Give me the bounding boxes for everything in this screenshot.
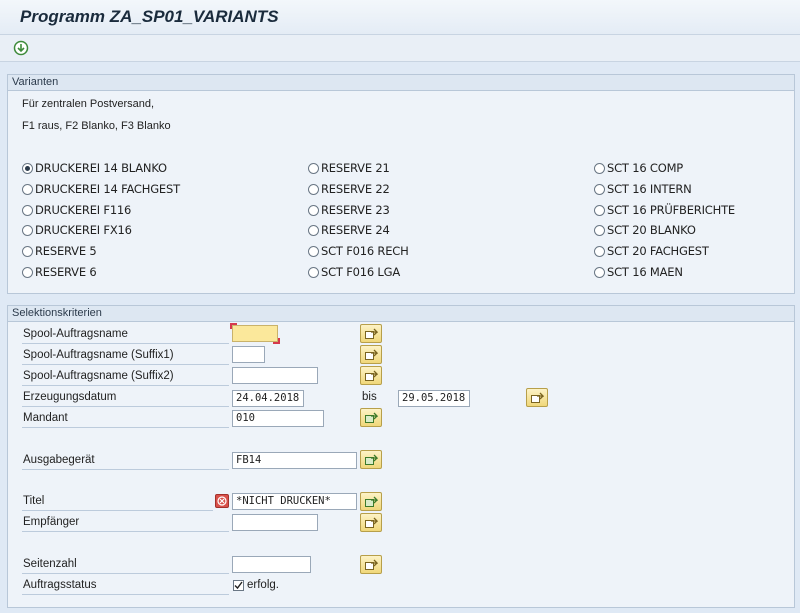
suffix2-multiple-selection-button[interactable] xyxy=(360,366,382,385)
variant-radio-label: SCT 16 MAEN xyxy=(607,265,683,279)
variant-radio-col3-0[interactable]: SCT 16 COMP xyxy=(594,160,683,176)
radio-button-icon[interactable] xyxy=(594,225,605,237)
variant-radio-col1-5[interactable]: RESERVE 6 xyxy=(22,264,97,280)
status-success-checkbox-label: erfolg. xyxy=(247,579,279,591)
output-device-multiple-selection-button[interactable] xyxy=(360,450,382,469)
radio-button-icon[interactable] xyxy=(308,267,319,278)
radio-button-icon[interactable] xyxy=(594,204,605,216)
variant-radio-label: RESERVE 6 xyxy=(35,265,97,279)
date-multiple-selection-button[interactable] xyxy=(526,388,548,407)
variant-radio-label: RESERVE 21 xyxy=(321,161,390,175)
variant-radio-label: DRUCKEREI 14 BLANKO xyxy=(35,161,167,175)
variant-radio-col3-5[interactable]: SCT 16 MAEN xyxy=(594,264,683,280)
variant-radio-label: DRUCKEREI F116 xyxy=(35,202,132,217)
radio-button-icon[interactable] xyxy=(22,204,33,216)
title-label: Titel xyxy=(22,492,213,511)
page-count-input[interactable] xyxy=(232,556,311,573)
variant-radio-label: SCT 16 INTERN xyxy=(607,181,692,196)
variant-radio-col1-3[interactable]: DRUCKEREI FX16 xyxy=(22,222,132,238)
radio-button-icon[interactable] xyxy=(594,163,605,174)
variant-radio-label: RESERVE 24 xyxy=(321,223,390,238)
radio-button-icon[interactable] xyxy=(594,183,605,195)
suffix1-multiple-selection-button[interactable] xyxy=(360,345,382,364)
radio-button-icon[interactable] xyxy=(308,204,319,216)
date-to-label: bis xyxy=(362,391,377,403)
selection-criteria-header: Selektionskriterien xyxy=(8,306,794,322)
suffix2-input[interactable] xyxy=(232,367,318,384)
variant-radio-col3-4[interactable]: SCT 20 FACHGEST xyxy=(594,243,709,259)
variant-radio-col2-2[interactable]: RESERVE 23 xyxy=(308,202,390,218)
variant-radio-col2-1[interactable]: RESERVE 22 xyxy=(308,181,390,197)
variant-radio-col2-0[interactable]: RESERVE 21 xyxy=(308,160,390,176)
variants-group-header: Varianten xyxy=(8,75,794,91)
radio-button-icon[interactable] xyxy=(308,246,319,258)
variant-radio-label: RESERVE 5 xyxy=(35,244,97,259)
page-count-label: Seitenzahl xyxy=(22,555,229,574)
variant-radio-label: SCT F016 RECH xyxy=(321,244,409,259)
variant-radio-label: RESERVE 22 xyxy=(321,181,390,196)
variant-radio-col2-4[interactable]: SCT F016 RECH xyxy=(308,243,409,259)
variant-radio-label: DRUCKEREI FX16 xyxy=(35,223,132,238)
recipient-input[interactable] xyxy=(232,514,318,531)
radio-button-icon[interactable] xyxy=(22,225,33,237)
variants-description-line2: F1 raus, F2 Blanko, F3 Blanko xyxy=(22,120,171,132)
variant-radio-label: SCT 16 PRÜFBERICHTE xyxy=(607,202,735,217)
spool-name-label: Spool-Auftragsname xyxy=(22,325,229,344)
radio-button-icon[interactable] xyxy=(22,163,33,174)
job-status-label: Auftragsstatus xyxy=(22,576,229,595)
client-input[interactable]: 010 xyxy=(232,410,324,427)
radio-button-icon[interactable] xyxy=(594,267,605,278)
variant-radio-label: SCT F016 LGA xyxy=(321,265,401,279)
date-to-input[interactable]: 29.05.2018 xyxy=(398,390,470,407)
variant-radio-col1-4[interactable]: RESERVE 5 xyxy=(22,243,97,259)
radio-button-icon[interactable] xyxy=(22,246,33,258)
output-device-input[interactable]: FB14 xyxy=(232,452,357,469)
window-title: Programm ZA_SP01_VARIANTS xyxy=(20,7,279,26)
variant-radio-col2-3[interactable]: RESERVE 24 xyxy=(308,222,390,238)
title-multiple-selection-button[interactable] xyxy=(360,492,382,511)
execute-icon[interactable] xyxy=(13,40,29,56)
output-device-label: Ausgabegerät xyxy=(22,451,229,470)
variant-radio-col1-2[interactable]: DRUCKEREI F116 xyxy=(22,202,131,218)
radio-button-icon[interactable] xyxy=(308,225,319,237)
page-count-multiple-selection-button[interactable] xyxy=(360,555,382,574)
date-from-input[interactable]: 24.04.2018 xyxy=(232,390,304,407)
status-success-checkbox[interactable] xyxy=(233,580,244,591)
title-input[interactable]: *NICHT DRUCKEN* xyxy=(232,493,357,510)
variant-radio-label: SCT 20 BLANKO xyxy=(607,223,696,238)
title-bar: Programm ZA_SP01_VARIANTS xyxy=(0,0,800,35)
exclusion-icon[interactable] xyxy=(215,494,229,508)
variant-radio-col3-3[interactable]: SCT 20 BLANKO xyxy=(594,222,696,238)
variant-radio-col1-1[interactable]: DRUCKEREI 14 FACHGEST xyxy=(22,181,180,197)
radio-button-icon[interactable] xyxy=(308,163,319,174)
client-label: Mandant xyxy=(22,409,229,428)
radio-button-icon[interactable] xyxy=(22,267,33,278)
radio-button-icon[interactable] xyxy=(594,246,605,258)
suffix1-label: Spool-Auftragsname (Suffix1) xyxy=(22,346,229,365)
spool-name-input[interactable] xyxy=(230,323,280,344)
variant-radio-label: DRUCKEREI 14 FACHGEST xyxy=(35,181,180,196)
suffix2-label: Spool-Auftragsname (Suffix2) xyxy=(22,367,229,386)
recipient-multiple-selection-button[interactable] xyxy=(360,513,382,532)
suffix1-input[interactable] xyxy=(232,346,265,363)
date-label: Erzeugungsdatum xyxy=(22,388,229,407)
radio-button-icon[interactable] xyxy=(308,183,319,195)
variant-radio-label: SCT 20 FACHGEST xyxy=(607,244,709,259)
spool-name-multiple-selection-button[interactable] xyxy=(360,324,382,343)
radio-button-icon[interactable] xyxy=(22,183,33,195)
variant-radio-col1-0[interactable]: DRUCKEREI 14 BLANKO xyxy=(22,160,167,176)
variant-radio-col3-2[interactable]: SCT 16 PRÜFBERICHTE xyxy=(594,202,735,218)
variant-radio-label: SCT 16 COMP xyxy=(607,161,684,175)
variant-radio-label: RESERVE 23 xyxy=(321,202,390,217)
variants-description-line1: Für zentralen Postversand, xyxy=(22,98,155,110)
application-toolbar xyxy=(0,35,800,62)
variant-radio-col2-5[interactable]: SCT F016 LGA xyxy=(308,264,400,280)
client-multiple-selection-button[interactable] xyxy=(360,408,382,427)
variant-radio-col3-1[interactable]: SCT 16 INTERN xyxy=(594,181,692,197)
recipient-label: Empfänger xyxy=(22,513,229,532)
